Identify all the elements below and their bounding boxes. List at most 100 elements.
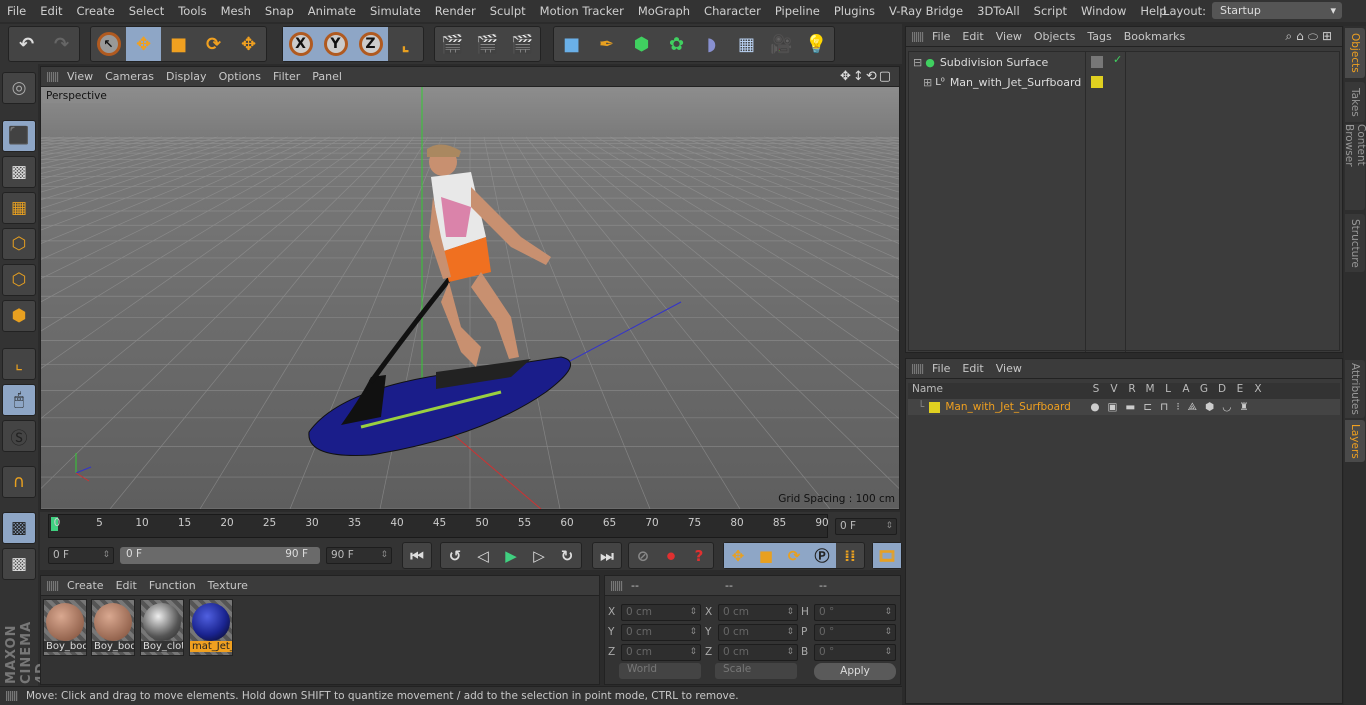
tab-content-browser[interactable]: Content Browser bbox=[1343, 124, 1366, 210]
menu-plugins[interactable]: Plugins bbox=[827, 4, 882, 18]
timeline-window-icon[interactable]: 🎞 bbox=[873, 543, 901, 568]
render-picture-viewer-icon[interactable]: 🎬 bbox=[470, 27, 505, 61]
coord-field[interactable]: 0 ° bbox=[814, 644, 896, 661]
3d-view[interactable]: Perspective Grid Spacing : 100 cm bbox=[41, 87, 899, 509]
make-editable-icon[interactable]: ◎ bbox=[2, 72, 36, 104]
viewport-menu-filter[interactable]: Filter bbox=[273, 70, 308, 83]
tab-structure[interactable]: Structure bbox=[1345, 214, 1365, 272]
menu-tools[interactable]: Tools bbox=[171, 4, 213, 18]
viewport-menu-panel[interactable]: Panel bbox=[312, 70, 350, 83]
tweak-mode-icon[interactable]: 🖱 bbox=[2, 384, 36, 416]
layer-color-swatch[interactable] bbox=[929, 401, 941, 413]
prev-key-icon[interactable]: ↺ bbox=[441, 543, 469, 568]
col-xref[interactable]: X bbox=[1249, 383, 1267, 399]
col-visible[interactable]: V bbox=[1105, 383, 1123, 399]
render-view-icon[interactable]: 🎬 bbox=[435, 27, 470, 61]
material-menu-create[interactable]: Create bbox=[67, 579, 112, 592]
material-item[interactable]: Boy_bod bbox=[91, 599, 135, 656]
viewport-menu-display[interactable]: Display bbox=[166, 70, 215, 83]
coord-field[interactable]: 0 cm bbox=[621, 624, 701, 641]
material-item[interactable]: Boy_clot bbox=[140, 599, 184, 656]
menu-animate[interactable]: Animate bbox=[301, 4, 363, 18]
menu-select[interactable]: Select bbox=[122, 4, 171, 18]
material-item[interactable]: mat_Jet_ bbox=[189, 599, 233, 656]
om-menu-bookmarks[interactable]: Bookmarks bbox=[1124, 30, 1193, 43]
pen-icon[interactable]: ✒ bbox=[589, 27, 624, 61]
deformer-icon[interactable]: ◗ bbox=[694, 27, 729, 61]
menu-simulate[interactable]: Simulate bbox=[363, 4, 428, 18]
key-parameter-icon[interactable]: Ⓟ bbox=[808, 543, 836, 568]
move-tool-icon[interactable]: ✥ bbox=[231, 27, 266, 61]
redo-icon[interactable]: ↷ bbox=[44, 27, 79, 61]
floor-icon[interactable]: ▦ bbox=[729, 27, 764, 61]
key-pla-icon[interactable]: ⁞⁞ bbox=[836, 543, 864, 568]
col-expressions[interactable]: E bbox=[1231, 383, 1249, 399]
lm-menu-edit[interactable]: Edit bbox=[962, 362, 991, 375]
subdivision-surface-icon[interactable]: ⬢ bbox=[624, 27, 659, 61]
play-icon[interactable]: ▶ bbox=[497, 543, 525, 568]
lm-menu-view[interactable]: View bbox=[996, 362, 1030, 375]
object-row[interactable]: ⊟ ● Subdivision Surface ✓ bbox=[909, 52, 1341, 72]
om-menu-edit[interactable]: Edit bbox=[962, 30, 991, 43]
menu-create[interactable]: Create bbox=[70, 4, 122, 18]
end-frame-field[interactable]: 90 F bbox=[326, 547, 392, 564]
planar-workplane-icon[interactable]: ▩ bbox=[2, 548, 36, 580]
col-solo[interactable]: S bbox=[1087, 383, 1105, 399]
menu-character[interactable]: Character bbox=[697, 4, 768, 18]
start-frame-field[interactable]: 0 F bbox=[48, 547, 114, 564]
apply-button[interactable]: Apply bbox=[814, 663, 896, 680]
next-frame-icon[interactable]: ▷ bbox=[525, 543, 553, 568]
lock-workplane-icon[interactable]: ▩ bbox=[2, 512, 36, 544]
undo-icon[interactable]: ↶ bbox=[9, 27, 44, 61]
solo-icon[interactable]: Ⓢ bbox=[2, 420, 36, 452]
coord-field[interactable]: 0 cm bbox=[718, 604, 798, 621]
col-animation[interactable]: A bbox=[1177, 383, 1195, 399]
menu-mograph[interactable]: MoGraph bbox=[631, 4, 697, 18]
key-position-icon[interactable]: ✥ bbox=[724, 543, 752, 568]
menu-window[interactable]: Window bbox=[1074, 4, 1133, 18]
menu-edit[interactable]: Edit bbox=[33, 4, 69, 18]
col-render[interactable]: R bbox=[1123, 383, 1141, 399]
material-menu-edit[interactable]: Edit bbox=[116, 579, 145, 592]
layer-slot[interactable] bbox=[1091, 56, 1103, 68]
tab-objects[interactable]: Objects bbox=[1345, 28, 1365, 78]
coord-field[interactable]: 0 cm bbox=[718, 644, 798, 661]
edges-mode-icon[interactable]: ⬡ bbox=[2, 264, 36, 296]
z-axis-icon[interactable]: Z bbox=[353, 27, 388, 61]
object-row[interactable]: ⊞ L⁰ Man_with_Jet_Surfboard bbox=[909, 72, 1341, 92]
menu-vray-bridge[interactable]: V-Ray Bridge bbox=[882, 4, 970, 18]
enabled-check-icon[interactable]: ✓ bbox=[1113, 53, 1122, 66]
scale-icon[interactable]: ■ bbox=[161, 27, 196, 61]
coord-field[interactable]: 0 cm bbox=[621, 604, 701, 621]
current-frame-field[interactable]: 0 F bbox=[835, 518, 897, 535]
menu-render[interactable]: Render bbox=[428, 4, 483, 18]
coord-field[interactable]: 0 ° bbox=[814, 624, 896, 641]
layer-row[interactable]: └ Man_with_Jet_Surfboard ●▣▬⊏⊓⁝⟁⬢◡♜ bbox=[908, 399, 1340, 415]
polygons-mode-icon[interactable]: ⬢ bbox=[2, 300, 36, 332]
camera-icon[interactable]: 🎥 bbox=[764, 27, 799, 61]
coord-field[interactable]: 0 ° bbox=[814, 604, 896, 621]
om-menu-view[interactable]: View bbox=[996, 30, 1030, 43]
points-mode-icon[interactable]: ⬡ bbox=[2, 228, 36, 260]
menu-mesh[interactable]: Mesh bbox=[214, 4, 258, 18]
goto-end-icon[interactable]: ⏭ bbox=[593, 543, 621, 568]
goto-start-icon[interactable]: ⏮ bbox=[403, 543, 431, 568]
col-manager[interactable]: M bbox=[1141, 383, 1159, 399]
layer-toggle-icons[interactable]: ●▣▬⊏⊓⁝⟁⬢◡♜ bbox=[1090, 401, 1256, 414]
material-menu-texture[interactable]: Texture bbox=[208, 579, 256, 592]
cube-icon[interactable]: ■ bbox=[554, 27, 589, 61]
om-menu-tags[interactable]: Tags bbox=[1087, 30, 1119, 43]
workplane-icon[interactable]: ▦ bbox=[2, 192, 36, 224]
menu-snap[interactable]: Snap bbox=[258, 4, 301, 18]
timeline-ruler[interactable]: 0 5 10 15 20 25 30 35 40 45 50 55 60 65 70 75 80 85 90 bbox=[48, 514, 829, 538]
y-axis-icon[interactable]: Y bbox=[318, 27, 353, 61]
layout-dropdown[interactable]: Startup bbox=[1212, 2, 1342, 19]
viewport-menu-cameras[interactable]: Cameras bbox=[105, 70, 162, 83]
col-deformers[interactable]: D bbox=[1213, 383, 1231, 399]
om-search-home-icons[interactable]: ⌕⌂⬭⊞ bbox=[1285, 29, 1336, 44]
om-menu-file[interactable]: File bbox=[932, 30, 958, 43]
viewport-menu-options[interactable]: Options bbox=[219, 70, 269, 83]
coord-field[interactable]: 0 cm bbox=[718, 624, 798, 641]
menu-sculpt[interactable]: Sculpt bbox=[483, 4, 533, 18]
col-locked[interactable]: L bbox=[1159, 383, 1177, 399]
